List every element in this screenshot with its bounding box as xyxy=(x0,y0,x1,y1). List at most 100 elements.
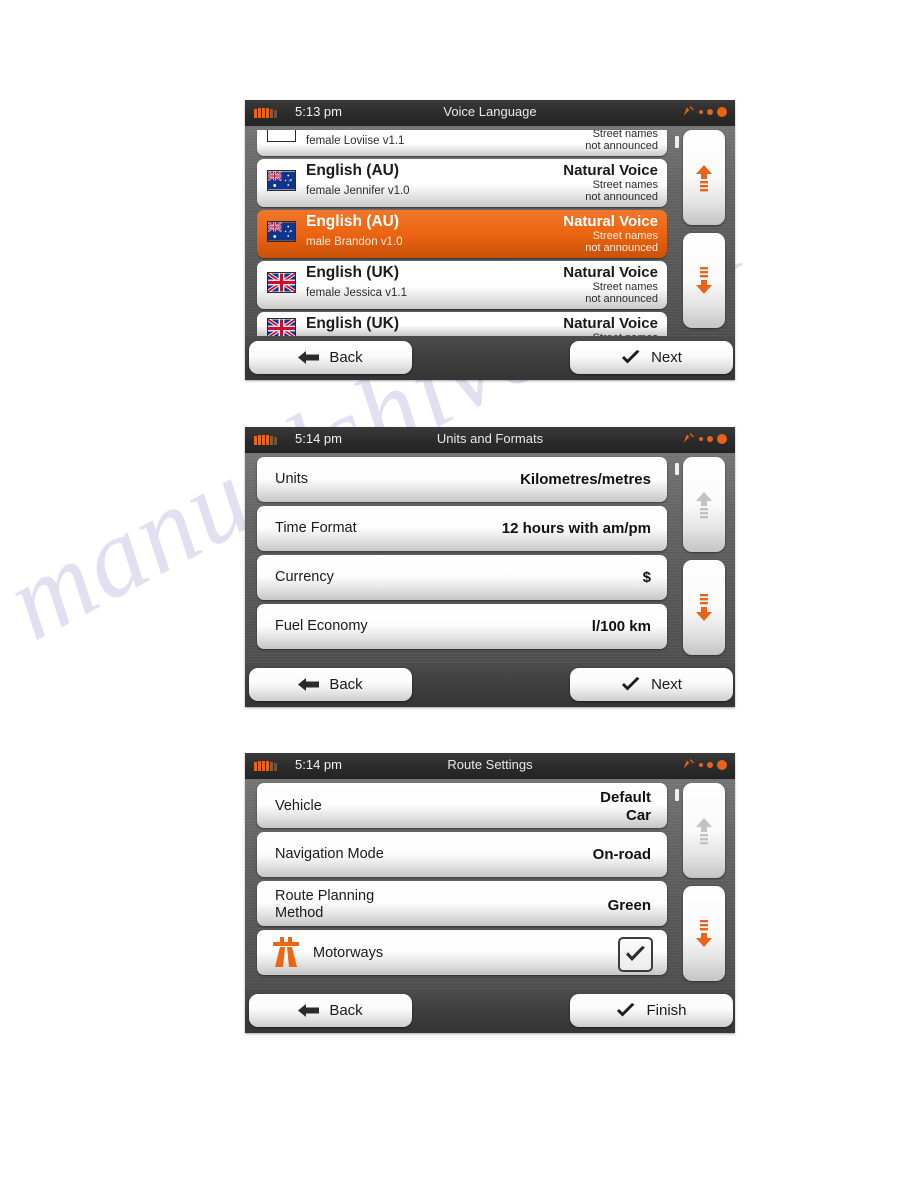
setting-value: Green xyxy=(607,897,651,914)
setting-row-vehicle[interactable]: Vehicle Default Car xyxy=(257,783,667,828)
gps-dot-medium xyxy=(707,435,713,442)
voice-name: female Loviise v1.1 xyxy=(306,135,405,147)
voice-note: Street names not announced xyxy=(585,130,658,152)
scrollbar-thumb[interactable] xyxy=(675,136,679,148)
setting-label: Currency xyxy=(275,569,334,585)
setting-label: Navigation Mode xyxy=(275,846,384,862)
arrow-left-icon xyxy=(298,1004,320,1017)
statusbar: 5:14 pm Route Settings xyxy=(245,753,735,779)
list-item[interactable]: female Loviise v1.1 Street names not ann… xyxy=(257,130,667,156)
arrow-up-icon xyxy=(696,817,712,844)
scrollbar-thumb[interactable] xyxy=(675,789,679,801)
statusbar-indicators[interactable] xyxy=(682,758,727,771)
setting-value-line1: Default xyxy=(600,789,651,806)
voice-note: Street names not announced xyxy=(585,179,658,203)
scroll-down-button[interactable] xyxy=(683,233,725,328)
voice-note: Street names not announced xyxy=(585,281,658,305)
setting-label: Time Format xyxy=(275,520,357,536)
setting-value: $ xyxy=(642,568,651,586)
gps-dot-small xyxy=(699,109,703,114)
list-item[interactable]: English (AU) female Jennifer v1.0 Natura… xyxy=(257,159,667,207)
uk-flag-icon xyxy=(267,318,296,336)
language-name: English (UK) xyxy=(306,315,399,332)
scroll-down-button[interactable] xyxy=(683,886,725,981)
blank-flag-icon xyxy=(267,130,296,142)
setting-value: Kilometres/metres xyxy=(520,470,651,488)
screen-title: Route Settings xyxy=(447,757,533,772)
scroll-up-button-disabled[interactable] xyxy=(683,457,725,552)
check-icon xyxy=(626,946,645,961)
back-button[interactable]: Back xyxy=(249,994,412,1027)
motorways-checkbox[interactable] xyxy=(618,937,653,972)
australia-flag-icon xyxy=(267,170,296,191)
voice-note-line1: Street names xyxy=(592,130,658,140)
list-item[interactable]: English (UK) female Jessica v1.1 Natural… xyxy=(257,261,667,309)
finish-button[interactable]: Finish xyxy=(570,994,733,1027)
list-item[interactable]: English (UK) Natural Voice Street names xyxy=(257,312,667,336)
scrollbar[interactable] xyxy=(675,130,727,330)
setting-row-units[interactable]: Units Kilometres/metres xyxy=(257,457,667,502)
scrollbar-thumb[interactable] xyxy=(675,463,679,475)
next-button-label: Next xyxy=(651,676,682,693)
setting-value: l/100 km xyxy=(591,617,651,635)
language-name: English (AU) xyxy=(306,213,399,230)
setting-value: 12 hours with am/pm xyxy=(501,519,651,537)
back-button-label: Back xyxy=(329,349,363,366)
screen-body: Units Kilometres/metres Time Format 12 h… xyxy=(245,453,735,663)
setting-value: On-road xyxy=(592,845,651,863)
setting-row-motorways[interactable]: Motorways xyxy=(257,930,667,975)
arrow-down-icon xyxy=(696,919,712,947)
statusbar: 5:13 pm Voice Language xyxy=(245,100,735,126)
gps-dot-large xyxy=(717,433,727,444)
device-screen-voice-language: 5:13 pm Voice Language female Loviise v1… xyxy=(245,100,735,380)
australia-flag-icon xyxy=(267,221,296,242)
gps-dot-large xyxy=(717,759,727,770)
screen-body: Vehicle Default Car Navigation Mode On-r… xyxy=(245,779,735,989)
bottom-bar: Back Next xyxy=(245,663,735,707)
voice-name: female Jessica v1.1 xyxy=(306,287,407,299)
scrollbar[interactable] xyxy=(675,783,727,983)
voice-list: female Loviise v1.1 Street names not ann… xyxy=(257,130,667,336)
voice-note-line2: not announced xyxy=(585,140,658,152)
device-screen-route-settings: 5:14 pm Route Settings Vehicle Default C… xyxy=(245,753,735,1033)
back-button[interactable]: Back xyxy=(249,341,412,374)
back-button-label: Back xyxy=(329,1002,363,1019)
setting-label-line2: Method xyxy=(275,905,324,921)
voice-note-line1: Street names xyxy=(592,230,658,242)
setting-label: Vehicle xyxy=(275,798,322,814)
next-button[interactable]: Next xyxy=(570,341,733,374)
back-button[interactable]: Back xyxy=(249,668,412,701)
setting-row-currency[interactable]: Currency $ xyxy=(257,555,667,600)
voice-type: Natural Voice xyxy=(563,315,658,332)
setting-label: Motorways xyxy=(313,944,384,961)
setting-row-navigation-mode[interactable]: Navigation Mode On-road xyxy=(257,832,667,877)
satellite-icon xyxy=(683,759,694,769)
voice-name: male Brandon v1.0 xyxy=(306,236,403,248)
settings-list: Units Kilometres/metres Time Format 12 h… xyxy=(257,457,667,653)
setting-label: Fuel Economy xyxy=(275,618,368,634)
screen-title: Units and Formats xyxy=(436,431,544,446)
setting-row-fuel-economy[interactable]: Fuel Economy l/100 km xyxy=(257,604,667,649)
next-button[interactable]: Next xyxy=(570,668,733,701)
satellite-icon xyxy=(683,433,694,443)
scroll-down-button[interactable] xyxy=(683,560,725,655)
gps-dot-small xyxy=(699,436,703,441)
statusbar-indicators[interactable] xyxy=(682,432,727,445)
setting-row-route-planning-method[interactable]: Route Planning Method Green xyxy=(257,881,667,926)
list-item-selected[interactable]: English (AU) male Brandon v1.0 Natural V… xyxy=(257,210,667,258)
scroll-up-button-disabled[interactable] xyxy=(683,783,725,878)
voice-type: Natural Voice xyxy=(563,264,658,281)
gps-dot-large xyxy=(717,106,727,117)
scroll-up-button[interactable] xyxy=(683,130,725,225)
back-button-label: Back xyxy=(329,676,363,693)
voice-type: Natural Voice xyxy=(563,213,658,230)
voice-note-line2: not announced xyxy=(585,293,658,305)
motorway-icon xyxy=(273,937,299,967)
voice-type: Natural Voice xyxy=(563,162,658,179)
scrollbar[interactable] xyxy=(675,457,727,657)
uk-flag-icon xyxy=(267,272,296,293)
gps-dot-medium xyxy=(707,761,713,768)
statusbar-indicators[interactable] xyxy=(682,105,727,118)
setting-row-time-format[interactable]: Time Format 12 hours with am/pm xyxy=(257,506,667,551)
device-screen-units-and-formats: 5:14 pm Units and Formats Units Kilometr… xyxy=(245,427,735,707)
